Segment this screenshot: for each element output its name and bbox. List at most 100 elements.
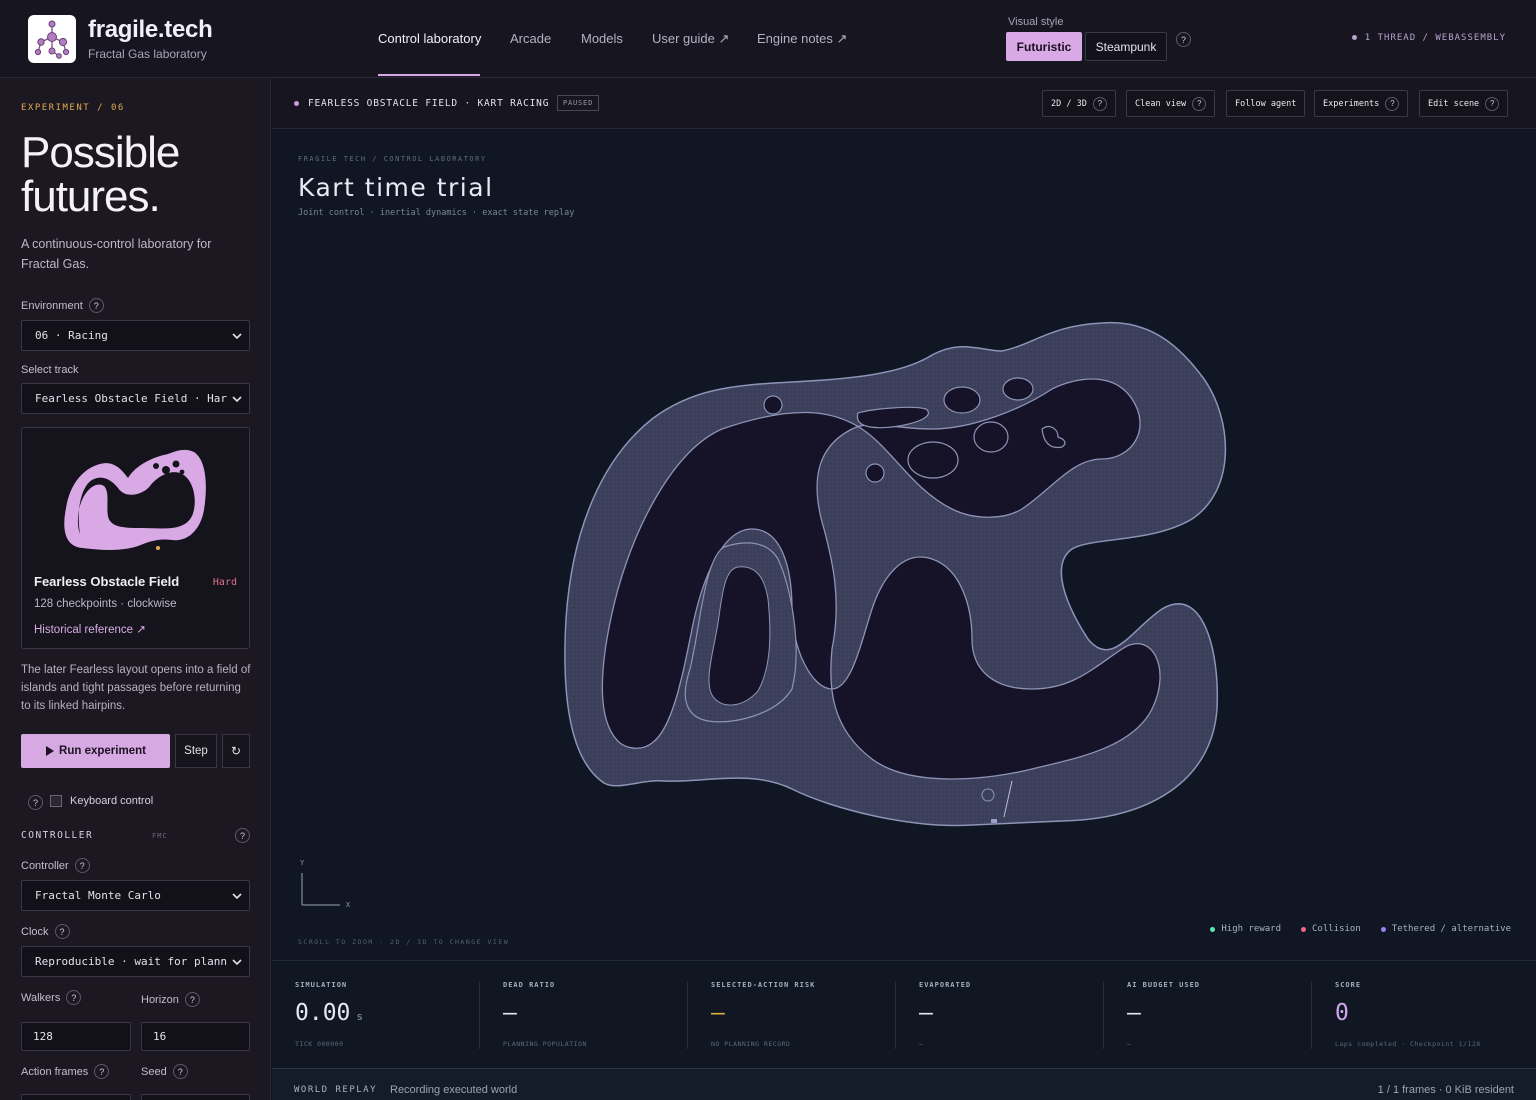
historical-reference-link[interactable]: Historical reference ↗ — [34, 622, 146, 636]
logo[interactable] — [28, 15, 76, 63]
run-status-dot-icon — [294, 101, 299, 106]
track-name: Fearless Obstacle Field — [34, 574, 180, 589]
walkers-input[interactable]: 128 — [21, 1022, 131, 1051]
toggle-2d-3d-button[interactable]: 2D / 3D? — [1042, 90, 1116, 117]
stat-label: AI BUDGET USED — [1127, 981, 1201, 989]
brand-name[interactable]: fragile.tech — [88, 16, 213, 44]
track-select[interactable]: Fearless Obstacle Field · Har — [21, 383, 250, 414]
toggle-2d-3d-help-icon[interactable]: ? — [1092, 96, 1107, 111]
run-experiment-button[interactable]: Run experiment — [21, 734, 170, 768]
scene-toolbar: FEARLESS OBSTACLE FIELD · KART RACING PA… — [272, 78, 1536, 129]
nav-user-guide[interactable]: User guide ↗ — [652, 31, 729, 47]
style-help-icon[interactable]: ? — [1176, 32, 1191, 47]
track-select-value: Fearless Obstacle Field · Har — [35, 392, 228, 405]
walkers-label: Walkers? — [21, 990, 82, 1005]
action-frames-help-icon[interactable]: ? — [94, 1064, 110, 1079]
controller-label-text: Controller — [21, 859, 69, 872]
scene-subtitle: Joint control · inertial dynamics · exac… — [298, 208, 575, 218]
horizon-help-icon[interactable]: ? — [184, 992, 200, 1007]
legend-dot-icon — [1380, 926, 1386, 932]
active-nav-indicator — [378, 74, 480, 76]
seed-input[interactable] — [141, 1094, 250, 1100]
network-logo-icon — [34, 20, 70, 59]
clock-label: Clock? — [21, 924, 70, 939]
controller-help-icon[interactable]: ? — [235, 828, 250, 843]
scene-title: Kart time trial — [298, 173, 494, 202]
stat-note: Laps completed · Checkpoint 1/128 — [1335, 1040, 1481, 1048]
legend-label: High reward — [1221, 924, 1281, 934]
style-futuristic-button[interactable]: Futuristic — [1006, 32, 1082, 61]
legend-dot-icon — [1301, 926, 1306, 932]
follow-agent-button[interactable]: Follow agent — [1226, 90, 1306, 117]
replay-status: Recording executed world — [390, 1084, 518, 1096]
track-description: The later Fearless layout opens into a f… — [21, 664, 251, 712]
nav-control-laboratory[interactable]: Control laboratory — [378, 31, 481, 46]
brand-subtitle: Fractal Gas laboratory — [88, 47, 207, 61]
seed-label: Seed? — [141, 1064, 188, 1079]
track-card[interactable]: Fearless Obstacle Field Hard 128 checkpo… — [21, 427, 250, 649]
controller-tag: FMC — [152, 832, 168, 840]
edit-scene-button[interactable]: Edit scene? — [1419, 90, 1509, 117]
reset-icon[interactable]: ↻ — [222, 734, 250, 768]
walkers-label-text: Walkers — [21, 991, 61, 1004]
step-button[interactable]: Step — [175, 734, 217, 768]
legend: High reward Collision Tethered / alterna… — [1210, 924, 1511, 934]
axis-x-label: X — [346, 901, 351, 909]
scene-breadcrumb: FRAGILE TECH / CONTROL LABORATORY — [298, 155, 487, 163]
walkers-help-icon[interactable]: ? — [66, 990, 82, 1005]
stat-note: TICK 000000 — [295, 1040, 344, 1048]
experiment-label: EXPERIMENT / 06 — [21, 103, 125, 113]
track-label-text: Select track — [21, 364, 79, 376]
keyboard-help-icon[interactable]: ? — [28, 795, 43, 810]
track-label: Select track — [21, 364, 78, 376]
status-badge: PAUSED — [557, 95, 600, 111]
clean-view-help-icon[interactable]: ? — [1192, 96, 1207, 111]
legend-tethered: Tethered / alternative — [1380, 924, 1511, 934]
chevron-down-icon — [232, 959, 242, 966]
replay-label: WORLD REPLAY — [294, 1085, 378, 1095]
horizon-input[interactable]: 16 — [141, 1022, 250, 1051]
clock-select[interactable]: Reproducible · wait for plann — [21, 946, 250, 977]
controller-heading: CONTROLLER — [21, 830, 94, 841]
clock-help-icon[interactable]: ? — [54, 924, 70, 939]
environment-label-text: Environment — [21, 299, 83, 312]
experiments-button[interactable]: Experiments? — [1314, 90, 1409, 117]
sidebar: EXPERIMENT / 06 Possible futures. A cont… — [0, 78, 271, 1100]
legend-dot-icon — [1210, 926, 1216, 932]
style-steampunk-button[interactable]: Steampunk — [1085, 32, 1167, 61]
stat-label: SIMULATION — [295, 981, 348, 989]
keyboard-control-checkbox[interactable] — [50, 795, 62, 807]
stat-selected-action-risk: SELECTED-ACTION RISK — NO PLANNING RECOR… — [688, 981, 896, 1049]
scene-canvas[interactable]: FRAGILE TECH / CONTROL LABORATORY Kart t… — [272, 129, 1536, 960]
clean-view-button[interactable]: Clean view? — [1126, 90, 1216, 117]
stat-value: — — [503, 1000, 517, 1026]
difficulty-badge: Hard — [212, 577, 237, 588]
environment-label: Environment? — [21, 298, 104, 313]
nav-models[interactable]: Models — [581, 31, 623, 46]
race-track-icon[interactable] — [272, 129, 1536, 960]
experiments-help-icon[interactable]: ? — [1385, 96, 1400, 111]
nav-arcade[interactable]: Arcade — [510, 31, 551, 46]
stat-value: — — [919, 1000, 933, 1026]
controller-select-value: Fractal Monte Carlo — [35, 889, 161, 902]
hero-title-line1: Possible — [21, 128, 180, 177]
controller-select-help-icon[interactable]: ? — [74, 858, 90, 873]
stat-note: — — [919, 1040, 924, 1048]
legend-label: Tethered / alternative — [1391, 924, 1511, 934]
stat-unit: s — [356, 1010, 364, 1023]
view-hint: SCROLL TO ZOOM · 2D / 3D TO CHANGE VIEW — [298, 938, 510, 946]
controller-select[interactable]: Fractal Monte Carlo — [21, 880, 250, 911]
edit-scene-help-icon[interactable]: ? — [1485, 96, 1500, 111]
keyboard-control-label: Keyboard control — [70, 795, 154, 807]
nav-engine-notes[interactable]: Engine notes ↗ — [757, 31, 847, 47]
thread-info: 1 THREAD / WEBASSEMBLY — [1351, 33, 1506, 43]
action-frames-input[interactable] — [21, 1094, 131, 1100]
stat-label: SCORE — [1335, 981, 1362, 989]
play-icon — [46, 746, 55, 756]
seed-help-icon[interactable]: ? — [172, 1064, 188, 1079]
environment-help-icon[interactable]: ? — [88, 298, 104, 313]
environment-select[interactable]: 06 · Racing — [21, 320, 250, 351]
stat-simulation: SIMULATION 0.00 s TICK 000000 — [272, 981, 480, 1049]
status-dot-icon — [1351, 35, 1357, 40]
horizon-label-text: Horizon — [141, 993, 179, 1006]
